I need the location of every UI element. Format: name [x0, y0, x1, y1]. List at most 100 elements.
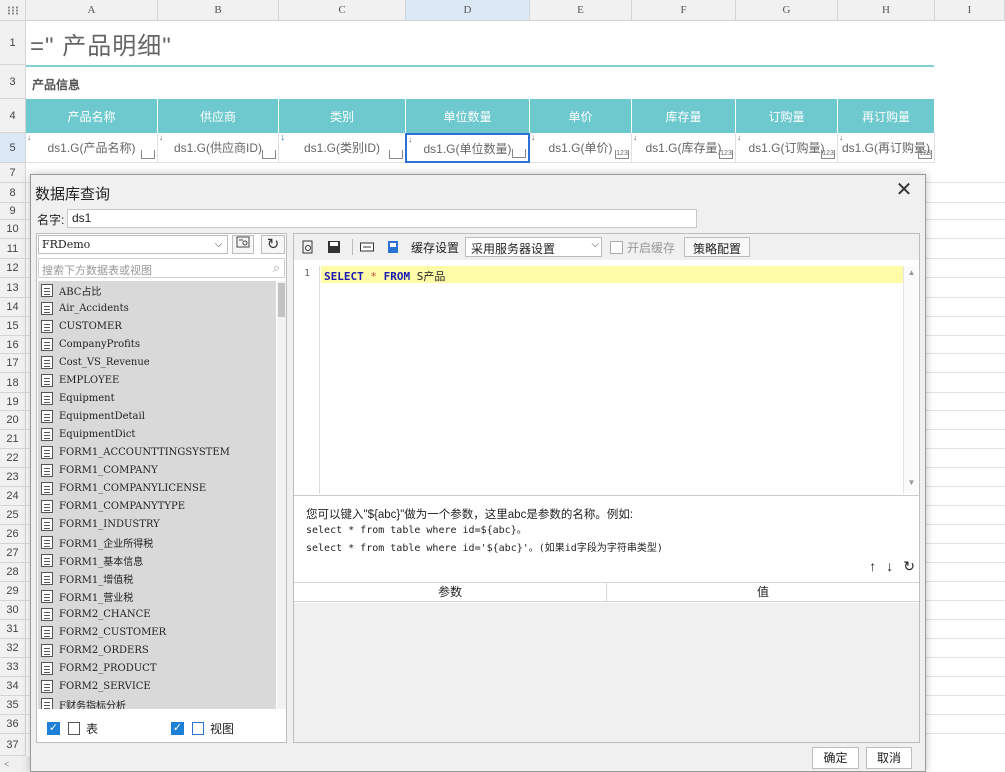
col-header-b[interactable]: B	[158, 0, 279, 21]
col-header-h[interactable]: H	[838, 0, 935, 21]
col-header-e[interactable]: E	[530, 0, 632, 21]
data-cell[interactable]: ↓ ds1.G(单价) 123	[530, 133, 632, 163]
policy-config-button[interactable]: 策略配置	[684, 237, 751, 257]
row-header[interactable]: 30	[0, 601, 26, 620]
arrow-up-icon[interactable]: ↑	[869, 558, 876, 575]
table-item[interactable]: FORM1_COMPANY	[38, 461, 276, 479]
table-item[interactable]: ABC占比	[38, 281, 276, 299]
data-cell[interactable]: ↓ ds1.G(再订购量) 123	[838, 133, 935, 163]
data-cell[interactable]: ↓ ds1.G(产品名称)	[26, 133, 158, 163]
header-cell[interactable]: 订购量	[736, 99, 838, 133]
header-cell[interactable]: 再订购量	[838, 99, 935, 133]
scroll-left-icon[interactable]: <	[0, 756, 30, 772]
data-cell[interactable]: ↓ ds1.G(订购量) 123	[736, 133, 838, 163]
row-header[interactable]: 17	[0, 354, 26, 373]
row-header[interactable]: 32	[0, 639, 26, 658]
data-cell[interactable]: ↓ ds1.G(类别ID)	[279, 133, 406, 163]
header-cell[interactable]: 单位数量	[406, 99, 530, 133]
row-header[interactable]: 31	[0, 620, 26, 639]
row-header[interactable]: 34	[0, 677, 26, 696]
row-header[interactable]: 8	[0, 183, 26, 203]
row-header[interactable]: 11	[0, 239, 26, 259]
table-item[interactable]: FORM2_PRODUCT	[38, 659, 276, 677]
header-cell[interactable]: 产品名称	[26, 99, 158, 133]
table-item[interactable]: FORM1_ACCOUNTTINGSYSTEM	[38, 443, 276, 461]
col-header-g[interactable]: G	[736, 0, 838, 21]
row-header[interactable]: 21	[0, 430, 26, 449]
row-header[interactable]: 35	[0, 696, 26, 715]
table-item[interactable]: FORM2_CHANCE	[38, 605, 276, 623]
row-header[interactable]: 28	[0, 563, 26, 582]
col-header-i[interactable]: I	[935, 0, 1005, 21]
data-cell-selected[interactable]: ↓ ds1.G(单位数量)	[405, 133, 530, 163]
save-icon[interactable]	[326, 239, 342, 255]
row-header[interactable]: 10	[0, 220, 26, 239]
dataset-name-input[interactable]: ds1	[67, 209, 697, 228]
table-item[interactable]: FORM2_ORDERS	[38, 641, 276, 659]
ok-button[interactable]: 确定	[812, 747, 859, 769]
row-header[interactable]: 27	[0, 544, 26, 563]
table-item[interactable]: FORM1_企业所得税	[38, 533, 276, 551]
table-item[interactable]: FORM1_COMPANYTYPE	[38, 497, 276, 515]
table-search-input[interactable]: 搜索下方数据表或视图 ⌕	[38, 258, 285, 278]
table-item[interactable]: Equipment	[38, 389, 276, 407]
preview-icon[interactable]	[300, 239, 316, 255]
sql-text[interactable]: SELECT * FROM S产品	[324, 268, 445, 284]
arrow-down-icon[interactable]: ↓	[886, 558, 893, 575]
refresh-icon[interactable]: ↻	[261, 235, 285, 254]
data-cell[interactable]: ↓ ds1.G(供应商ID)	[158, 133, 279, 163]
row-header[interactable]: 29	[0, 582, 26, 601]
row-header[interactable]: 5	[0, 133, 26, 163]
col-header-f[interactable]: F	[632, 0, 736, 21]
sql-format-icon[interactable]	[359, 239, 375, 255]
table-item[interactable]: F财务指标分析	[38, 695, 276, 709]
scroll-down-icon[interactable]: ▼	[904, 478, 919, 492]
table-item[interactable]: FORM1_营业税	[38, 587, 276, 605]
close-icon[interactable]: ✕	[893, 179, 915, 201]
row-header[interactable]: 26	[0, 525, 26, 544]
row-header[interactable]: 33	[0, 658, 26, 677]
row-header[interactable]: 24	[0, 487, 26, 506]
refresh-icon[interactable]: ↻	[903, 558, 915, 575]
enable-cache-checkbox[interactable]	[610, 240, 624, 254]
table-item[interactable]: FORM2_SERVICE	[38, 677, 276, 695]
row-header[interactable]: 20	[0, 411, 26, 430]
cancel-button[interactable]: 取消	[866, 747, 912, 769]
header-cell[interactable]: 单价	[530, 99, 632, 133]
sql-editor[interactable]: 1 SELECT * FROM S产品 ▲ ▼	[294, 266, 919, 496]
row-header[interactable]: 36	[0, 715, 26, 734]
table-item[interactable]: Cost_VS_Revenue	[38, 353, 276, 371]
table-item[interactable]: FORM1_增值税	[38, 569, 276, 587]
show-views-checkbox[interactable]: ✓ 视图	[171, 720, 234, 737]
row-header[interactable]: 1	[0, 21, 26, 65]
row-header[interactable]: 19	[0, 393, 26, 411]
row-header[interactable]: 13	[0, 278, 26, 298]
table-item[interactable]: FORM1_基本信息	[38, 551, 276, 569]
row-header[interactable]: 16	[0, 336, 26, 354]
row-header[interactable]: 12	[0, 259, 26, 278]
bookmark-icon[interactable]	[385, 239, 401, 255]
table-item[interactable]: CompanyProfits	[38, 335, 276, 353]
col-header-d[interactable]: D	[406, 0, 530, 21]
table-item[interactable]: EMPLOYEE	[38, 371, 276, 389]
section-header-cell[interactable]: 产品信息	[26, 65, 934, 99]
row-header[interactable]: 7	[0, 163, 26, 183]
row-header[interactable]: 14	[0, 298, 26, 317]
scroll-up-icon[interactable]: ▲	[904, 268, 919, 282]
row-header[interactable]: 3	[0, 65, 26, 99]
data-cell[interactable]: ↓ ds1.G(库存量) 123	[632, 133, 736, 163]
select-all-corner[interactable]	[0, 0, 26, 21]
connection-settings-button[interactable]	[232, 235, 254, 254]
cache-mode-select[interactable]: 采用服务器设置 ⌵	[465, 237, 603, 257]
col-header-a[interactable]: A	[26, 0, 158, 21]
header-cell[interactable]: 供应商	[158, 99, 279, 133]
row-header[interactable]: 18	[0, 373, 26, 393]
header-cell[interactable]: 类别	[279, 99, 406, 133]
row-header[interactable]: 22	[0, 449, 26, 468]
row-header[interactable]: 4	[0, 99, 26, 133]
show-tables-checkbox[interactable]: ✓ 表	[47, 720, 98, 737]
scrollbar-thumb[interactable]	[278, 283, 285, 317]
table-item[interactable]: Air_Accidents	[38, 299, 276, 317]
table-item[interactable]: CUSTOMER	[38, 317, 276, 335]
table-list-scrollbar[interactable]	[277, 281, 286, 709]
